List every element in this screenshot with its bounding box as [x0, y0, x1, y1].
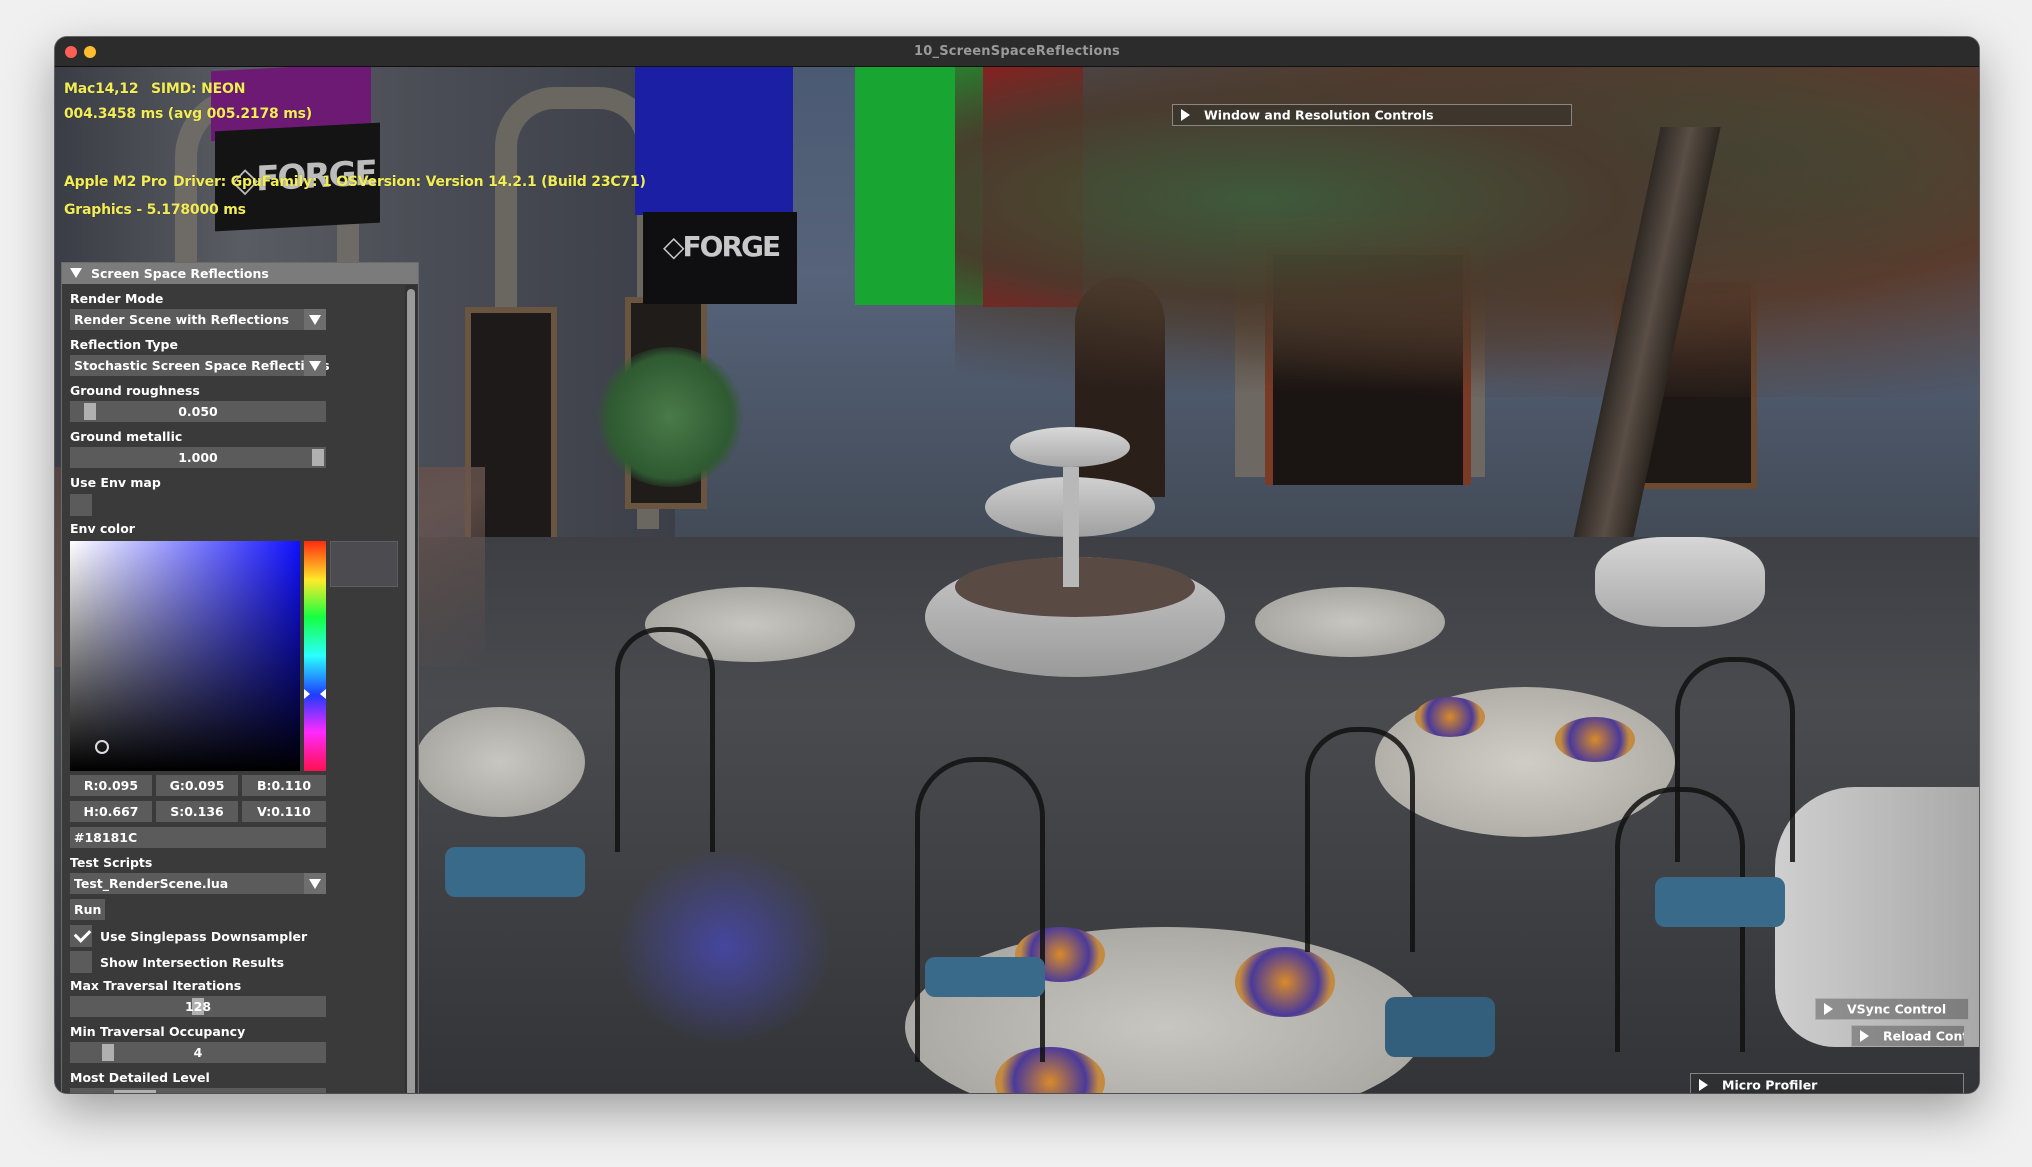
saturation-field[interactable]: S:0.136	[156, 801, 238, 822]
color-picker-cursor[interactable]	[95, 740, 109, 754]
window-title: 10_ScreenSpaceReflections	[914, 44, 1120, 59]
min-traversal-occupancy-label: Min Traversal Occupancy	[70, 1024, 246, 1039]
reflection-type-dropdown[interactable]: Stochastic Screen Space Reflections	[70, 355, 330, 376]
device-model-text: Mac14,12	[64, 81, 139, 97]
use-env-map-checkbox[interactable]	[70, 494, 92, 516]
show-intersection-results-checkbox[interactable]	[70, 951, 92, 973]
env-color-swatch[interactable]	[330, 541, 398, 587]
expand-triangle-icon	[1699, 1078, 1708, 1091]
min-traversal-occupancy-slider[interactable]: 4	[70, 1042, 326, 1063]
env-color-label: Env color	[70, 521, 135, 536]
render-mode-label: Render Mode	[70, 291, 164, 306]
dropdown-arrow-icon	[309, 315, 321, 325]
panel-header[interactable]: Screen Space Reflections	[62, 263, 418, 284]
micro-profiler-control[interactable]: Micro Profiler	[1690, 1073, 1964, 1093]
use-singlepass-downsampler-label: Use Singlepass Downsampler	[100, 929, 308, 944]
ground-roughness-slider[interactable]: 0.050	[70, 401, 326, 422]
checkmark-icon	[73, 925, 92, 943]
render-mode-dropdown[interactable]: Render Scene with Reflections	[70, 309, 326, 330]
gpu-name-text: Apple M2 Pro	[64, 174, 167, 190]
max-traversal-iterations-label: Max Traversal Iterations	[70, 978, 242, 993]
collapse-triangle-icon	[70, 268, 82, 278]
ground-metallic-slider[interactable]: 1.000	[70, 447, 326, 468]
green-field[interactable]: G:0.095	[156, 775, 238, 796]
title-bar[interactable]: 10_ScreenSpaceReflections	[55, 37, 1979, 67]
hue-slider[interactable]	[304, 541, 326, 771]
value-field[interactable]: V:0.110	[242, 801, 326, 822]
hue-marker-right-icon	[320, 689, 326, 699]
panel-scrollbar-thumb[interactable]	[407, 289, 415, 1093]
hue-field[interactable]: H:0.667	[70, 801, 152, 822]
most-detailed-level-slider[interactable]: 1	[70, 1088, 326, 1093]
panel-scrollbar[interactable]	[405, 285, 417, 1093]
vsync-control[interactable]: VSync Control	[1815, 998, 1969, 1020]
window-resolution-controls[interactable]: Window and Resolution Controls	[1172, 104, 1572, 126]
test-scripts-label: Test Scripts	[70, 855, 153, 870]
expand-triangle-icon	[1860, 1029, 1869, 1042]
reload-control[interactable]: Reload Control	[1851, 1025, 1965, 1047]
driver-info-text: Driver: GpuFamily: 1 OSVersion: Version …	[173, 174, 646, 190]
hex-color-field[interactable]: #18181C	[70, 827, 326, 848]
simd-text: SIMD: NEON	[151, 81, 246, 97]
graphics-time-text: Graphics - 5.178000 ms	[64, 202, 246, 218]
panel-title: Screen Space Reflections	[91, 266, 269, 281]
run-script-button[interactable]: Run	[70, 899, 106, 920]
red-field[interactable]: R:0.095	[70, 775, 152, 796]
expand-triangle-icon	[1181, 108, 1190, 121]
most-detailed-level-label: Most Detailed Level	[70, 1070, 210, 1085]
render-viewport[interactable]: ◇FORGE ◇FORGE Mac14,12 SIMD: NEON 004.34…	[55, 67, 1979, 1093]
use-env-map-label: Use Env map	[70, 475, 161, 490]
reflection-type-label: Reflection Type	[70, 337, 178, 352]
app-window: 10_ScreenSpaceReflections ◇FORGE ◇FORGE	[55, 37, 1979, 1093]
saturation-value-picker[interactable]	[70, 541, 300, 771]
ground-metallic-label: Ground metallic	[70, 429, 183, 444]
frame-time-text: 004.3458 ms (avg 005.2178 ms)	[64, 106, 312, 122]
hue-marker-left-icon	[304, 689, 310, 699]
use-singlepass-downsampler-checkbox[interactable]	[70, 925, 92, 947]
max-traversal-iterations-slider[interactable]: 128	[70, 996, 326, 1017]
ground-roughness-label: Ground roughness	[70, 383, 200, 398]
show-intersection-results-label: Show Intersection Results	[100, 955, 285, 970]
dropdown-arrow-icon	[309, 879, 321, 889]
dropdown-arrow-icon	[309, 361, 321, 371]
test-scripts-dropdown[interactable]: Test_RenderScene.lua	[70, 873, 326, 894]
blue-field[interactable]: B:0.110	[242, 775, 326, 796]
expand-triangle-icon	[1824, 1002, 1833, 1015]
ssr-settings-panel: Screen Space Reflections Render Mode Ren…	[61, 262, 419, 1093]
